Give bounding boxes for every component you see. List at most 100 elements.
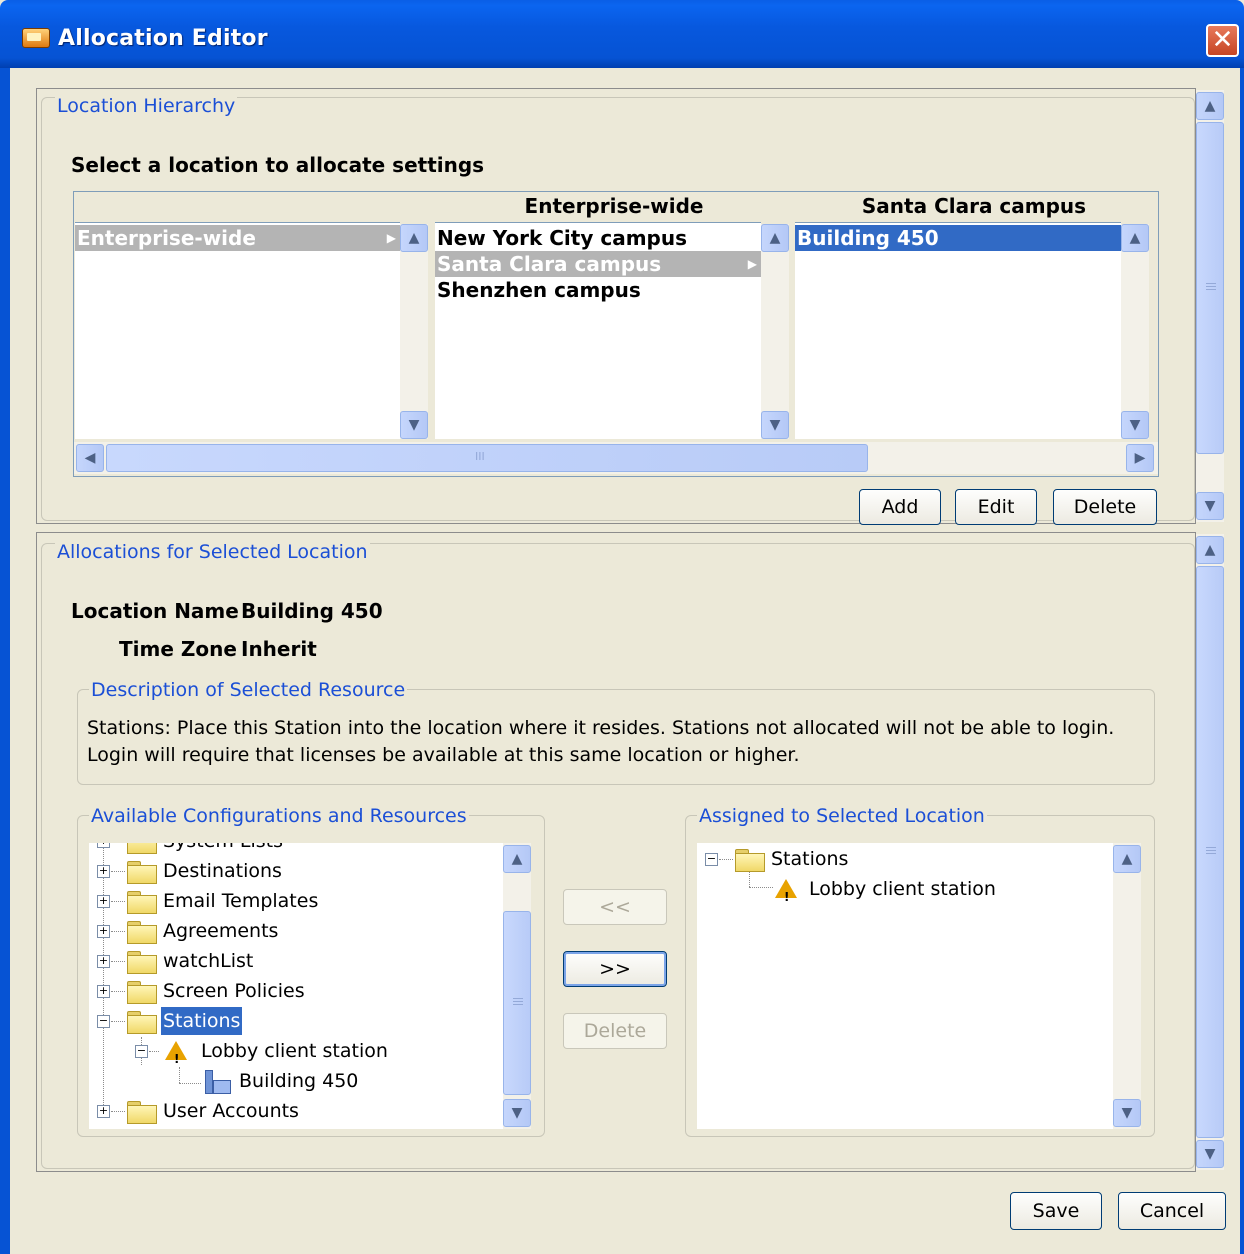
location-name-value: Building 450 bbox=[241, 599, 383, 623]
save-button[interactable]: Save bbox=[1010, 1192, 1102, 1230]
scroll-up-icon[interactable]: ▲ bbox=[400, 224, 428, 252]
expand-icon[interactable]: + bbox=[97, 925, 110, 938]
folder-icon bbox=[127, 1101, 157, 1124]
open-folder-icon bbox=[127, 1011, 157, 1034]
move-right-button[interactable]: >> bbox=[563, 951, 667, 987]
folder-icon bbox=[127, 843, 157, 854]
expand-icon[interactable]: + bbox=[97, 865, 110, 878]
scroll-down-icon[interactable]: ▼ bbox=[1113, 1099, 1141, 1127]
expand-icon[interactable]: + bbox=[97, 955, 110, 968]
location-hierarchy-label: Location Hierarchy bbox=[55, 95, 238, 117]
building-icon bbox=[205, 1070, 231, 1094]
scroll-down-icon[interactable]: ▼ bbox=[400, 411, 428, 439]
app-icon bbox=[22, 28, 50, 48]
window-border-left bbox=[0, 68, 10, 1254]
window-border-right bbox=[1240, 68, 1244, 1254]
scroll-down-icon[interactable]: ▼ bbox=[1121, 411, 1149, 439]
hscroll-thumb[interactable]: III bbox=[106, 444, 868, 472]
list-item[interactable]: New York City campus bbox=[435, 225, 761, 251]
scroll-thumb[interactable] bbox=[1196, 122, 1224, 454]
add-button[interactable]: Add bbox=[859, 489, 941, 525]
tree-node[interactable]: + Destinations bbox=[89, 857, 489, 885]
tree-node[interactable]: + watchList bbox=[89, 947, 489, 975]
expand-icon[interactable]: + bbox=[97, 895, 110, 908]
close-button[interactable]: ✕ bbox=[1206, 24, 1239, 57]
scroll-down-icon[interactable]: ▼ bbox=[1196, 1140, 1224, 1168]
tree-node[interactable]: + Email Templates bbox=[89, 887, 489, 915]
grip-icon bbox=[1206, 283, 1216, 292]
title-bar: Allocation Editor ✕ bbox=[0, 0, 1244, 68]
expand-icon[interactable]: + bbox=[97, 985, 110, 998]
location-hierarchy-panel: Location Hierarchy Select a location to … bbox=[36, 88, 1196, 525]
column-1-scrollbar[interactable]: ▲ ▼ bbox=[400, 224, 428, 439]
edit-button[interactable]: Edit bbox=[955, 489, 1037, 525]
scroll-up-icon[interactable]: ▲ bbox=[503, 845, 531, 873]
scroll-down-icon[interactable]: ▼ bbox=[503, 1099, 531, 1127]
allocations-panel-scrollbar[interactable]: ▲ ▼ bbox=[1196, 534, 1224, 1170]
list-item[interactable]: Building 450 bbox=[795, 225, 1121, 251]
folder-icon bbox=[127, 921, 157, 944]
column-header-enterprise: Enterprise-wide bbox=[524, 194, 704, 218]
assigned-tree[interactable]: − Stations ! Lobby client station bbox=[697, 843, 1113, 1129]
column-3-scrollbar[interactable]: ▲ ▼ bbox=[1121, 224, 1149, 439]
list-item[interactable]: Enterprise-wide ▶ bbox=[75, 225, 400, 251]
location-name-label: Location Name bbox=[71, 599, 239, 623]
window-title: Allocation Editor bbox=[58, 26, 268, 51]
column-3-list[interactable]: Building 450 bbox=[795, 222, 1121, 439]
grip-icon bbox=[513, 998, 523, 1007]
column-2-list[interactable]: New York City campus Santa Clara campus … bbox=[435, 222, 761, 439]
assigned-tree-scrollbar[interactable]: ▲ ▼ bbox=[1113, 843, 1141, 1129]
scroll-up-icon[interactable]: ▲ bbox=[1196, 536, 1224, 564]
scroll-right-icon[interactable]: ▶ bbox=[1126, 444, 1154, 472]
scroll-up-icon[interactable]: ▲ bbox=[761, 224, 789, 252]
column-2-scrollbar[interactable]: ▲ ▼ bbox=[761, 224, 789, 439]
delete-location-button[interactable]: Delete bbox=[1053, 489, 1157, 525]
tree-node[interactable]: + User Accounts bbox=[89, 1097, 489, 1125]
folder-icon bbox=[127, 951, 157, 974]
scroll-down-icon[interactable]: ▼ bbox=[1196, 492, 1224, 520]
scroll-up-icon[interactable]: ▲ bbox=[1113, 845, 1141, 873]
column-header-santa-clara: Santa Clara campus bbox=[861, 194, 1087, 218]
select-location-heading: Select a location to allocate settings bbox=[71, 153, 485, 177]
assigned-label: Assigned to Selected Location bbox=[697, 805, 987, 827]
tree-node[interactable]: + System Lists bbox=[89, 843, 489, 855]
folder-icon bbox=[127, 861, 157, 884]
expand-icon[interactable]: + bbox=[97, 843, 110, 848]
scroll-left-icon[interactable]: ◀ bbox=[76, 444, 104, 472]
column-browser-hscrollbar[interactable]: ◀ III ▶ bbox=[74, 442, 1158, 474]
available-label: Available Configurations and Resources bbox=[89, 805, 469, 827]
allocations-label: Allocations for Selected Location bbox=[55, 541, 370, 563]
tree-node-stations[interactable]: − Stations bbox=[89, 1007, 489, 1035]
tree-node[interactable]: ! Lobby client station bbox=[697, 875, 1097, 904]
hierarchy-panel-scrollbar[interactable]: ▲ ▼ bbox=[1196, 90, 1224, 522]
submenu-arrow-icon: ▶ bbox=[386, 231, 396, 245]
scroll-thumb[interactable] bbox=[1196, 566, 1224, 1138]
tree-node[interactable]: − ! Lobby client station bbox=[89, 1037, 489, 1066]
available-tree-scrollbar[interactable]: ▲ ▼ bbox=[503, 843, 531, 1129]
tree-node[interactable]: + Agreements bbox=[89, 917, 489, 945]
warning-icon: ! bbox=[165, 1041, 187, 1066]
cancel-button[interactable]: Cancel bbox=[1118, 1192, 1226, 1230]
folder-icon bbox=[127, 981, 157, 1004]
expand-icon[interactable]: + bbox=[97, 1105, 110, 1118]
list-item[interactable]: Santa Clara campus ▶ bbox=[435, 251, 761, 277]
tree-node[interactable]: − Stations bbox=[697, 845, 1097, 873]
scroll-up-icon[interactable]: ▲ bbox=[1196, 92, 1224, 120]
allocations-panel: Allocations for Selected Location Locati… bbox=[36, 532, 1196, 1172]
move-left-button[interactable]: << bbox=[563, 889, 667, 925]
collapse-icon[interactable]: − bbox=[97, 1015, 110, 1028]
open-folder-icon bbox=[735, 849, 765, 872]
available-tree[interactable]: + System Lists + Destinations + Email Te… bbox=[89, 843, 503, 1129]
folder-icon bbox=[127, 891, 157, 914]
scroll-down-icon[interactable]: ▼ bbox=[761, 411, 789, 439]
time-zone-value: Inherit bbox=[241, 637, 317, 661]
tree-node[interactable]: Building 450 bbox=[89, 1067, 489, 1095]
scroll-thumb[interactable] bbox=[503, 911, 531, 1095]
list-item[interactable]: Shenzhen campus bbox=[435, 277, 761, 303]
collapse-icon[interactable]: − bbox=[705, 853, 718, 866]
scroll-up-icon[interactable]: ▲ bbox=[1121, 224, 1149, 252]
tree-node[interactable]: + Screen Policies bbox=[89, 977, 489, 1005]
delete-assignment-button[interactable]: Delete bbox=[563, 1013, 667, 1049]
collapse-icon[interactable]: − bbox=[135, 1045, 148, 1058]
column-1-list[interactable]: Enterprise-wide ▶ bbox=[75, 222, 400, 439]
